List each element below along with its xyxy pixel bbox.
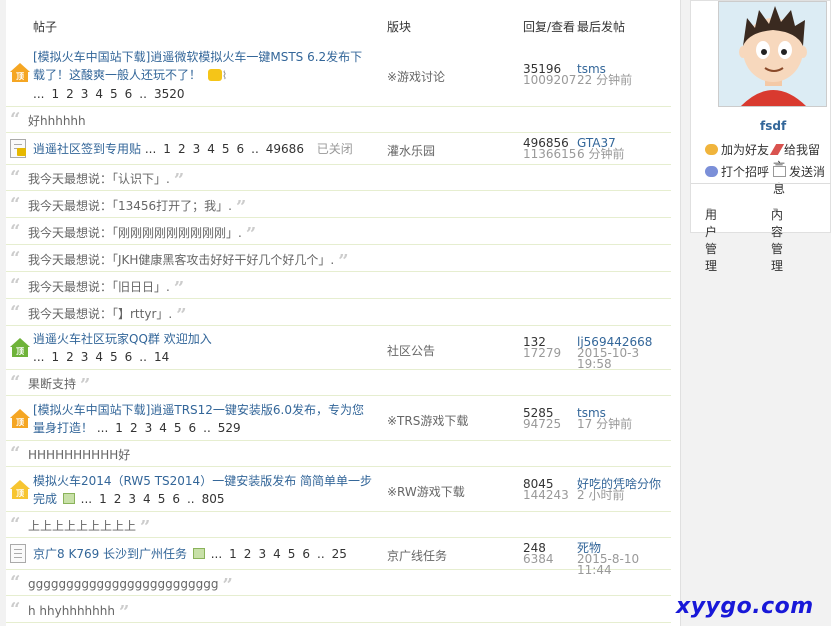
locked-thread-icon [10, 139, 30, 159]
thread-quote: “我今天最想说：「】rttyr」.” [6, 299, 671, 326]
thread-forum[interactable]: ※TRS游戏下载 [387, 412, 468, 429]
thread-table-header: 帖子 版块 回复/查看 最后发帖 [6, 10, 681, 40]
view-count: 17279 [523, 346, 562, 360]
thread-pages[interactable]: ... 1 2 3 4 5 6.. 529 [97, 421, 248, 435]
thread-doc-icon [10, 544, 30, 564]
thread-quote: “果断支持” [6, 369, 671, 396]
top-thread-icon: 顶 [10, 63, 30, 83]
thread-quote: “好hhhhhh [6, 106, 671, 133]
thread-quote: “HHHHHHHHHH好 [6, 440, 671, 467]
thread-row: 顶 模拟火车2014（RW5 TS2014）一键安装版发布 简简单单一步 完成 .… [6, 467, 671, 512]
last-post-time[interactable]: 2 小时前 [577, 489, 661, 501]
top-thread-icon: 顶 [10, 338, 30, 358]
thread-row: 京广8 K769 长沙到广州任务 ... 1 2 3 4 5 6.. 25 京广线任务 248… [6, 538, 671, 576]
view-count: 1136615 [523, 147, 577, 161]
last-post-time[interactable]: 22 分钟前 [577, 74, 632, 86]
col-header-forum: 版块 [387, 20, 412, 34]
thread-quote: “上上上上上上上上上” [6, 511, 671, 538]
col-header-last: 最后发帖 [577, 20, 626, 34]
attachment-icon: ⌇ [221, 69, 228, 82]
thread-forum[interactable]: ※RW游戏下载 [387, 483, 465, 500]
image-icon [62, 493, 75, 504]
thread-title[interactable]: 京广8 K769 长沙到广州任务 [33, 547, 187, 561]
thread-quote: “ggggggggggggggggggggggggg” [6, 569, 671, 596]
thread-pages[interactable]: ... 1 2 3 4 5 6.. 14 [33, 350, 176, 364]
view-count: 144243 [523, 488, 569, 502]
management-menu: 用户管理 ▾ 内容管理 ▾ [691, 183, 831, 273]
col-header-stats: 回复/查看 [523, 20, 576, 34]
thread-forum[interactable]: 京广线任务 [387, 547, 447, 564]
envelope-icon [773, 166, 786, 177]
last-post-time[interactable]: 6 分钟前 [577, 148, 624, 160]
thread-pages[interactable]: ... 1 2 3 4 5 6.. 3520 [33, 87, 191, 101]
view-count: 94725 [523, 417, 562, 431]
thread-row: 顶 [模拟火车中国站下载]逍遥微软模拟火车一键MSTS 6.2发布下 载了！这酸爽… [6, 45, 671, 107]
thread-pages[interactable]: ... 1 2 3 4 5 6.. 49686 [145, 142, 315, 156]
thread-title[interactable]: [模拟火车中国站下载]逍遥微软模拟火车一键MSTS 6.2发布下 载了！这酸爽一般… [33, 50, 362, 82]
top-thread-icon: 顶 [10, 480, 30, 500]
chevron-down-icon: ▾ [773, 206, 778, 216]
thread-forum[interactable]: 灌水乐园 [387, 142, 435, 159]
top-thread-icon: 顶 [10, 409, 30, 429]
avatar[interactable] [718, 1, 827, 107]
thread-quote: “我今天最想说：「刚刚刚刚刚刚刚刚刚」.” [6, 218, 671, 245]
image-icon [192, 548, 205, 559]
add-friend-link[interactable]: 加为好友 [705, 141, 769, 158]
thread-list-panel: 帖子 版块 回复/查看 最后发帖 顶 [模拟火车中国站下载]逍遥微软模拟火车一键… [6, 0, 681, 626]
thread-quote: “我今天最想说：「JKH健康黑客攻击好好干好几个好几个」.” [6, 245, 671, 272]
thread-pages[interactable]: ... 1 2 3 4 5 6.. 25 [211, 547, 354, 561]
thread-quote: “h hhyhhhhhhh” [6, 596, 671, 623]
add-friend-icon [705, 144, 718, 155]
chevron-down-icon: ▾ [707, 206, 712, 216]
thread-pages[interactable]: ... 1 2 3 4 5 6.. 805 [81, 492, 232, 506]
hot-icon [207, 69, 222, 81]
greet-icon [705, 166, 718, 177]
thread-row: 顶 逍遥火车社区玩家QQ群 欢迎加入 ... 1 2 3 4 5 6.. 14 社区公告 13… [6, 326, 671, 370]
site-watermark: xyygo.com [676, 594, 814, 619]
thread-forum[interactable]: 社区公告 [387, 342, 435, 359]
profile-username[interactable]: fsdf [760, 119, 786, 133]
thread-quote: “我今天最想说：「认识下」.” [6, 164, 671, 191]
thread-title[interactable]: 逍遥社区签到专用贴 [33, 142, 141, 156]
closed-label: 已关闭 [316, 142, 353, 156]
thread-quote: “我今天最想说：「旧日日」.” [6, 272, 671, 299]
last-post-time[interactable]: 2015-10-3 19:58 [577, 347, 671, 370]
thread-row: 顶 [模拟火车中国站下载]逍遥TRS12一键安装版6.0发布，专为您 量身打造！ … [6, 396, 671, 441]
pencil-icon [769, 144, 785, 155]
thread-forum[interactable]: ※游戏讨论 [387, 68, 445, 85]
view-count: 1009207 [523, 73, 577, 87]
col-header-thread: 帖子 [33, 20, 58, 34]
thread-row: 逍遥社区签到专用贴 ... 1 2 3 4 5 6.. 49686 已关闭 灌水乐园 4968… [6, 133, 671, 165]
last-post-time[interactable]: 17 分钟前 [577, 418, 632, 430]
thread-quote: “我今天最想说：「13456打开了；我」.” [6, 191, 671, 218]
user-sidebar: fsdf 加为好友 给我留言 打个招呼 发送消息 用户管理▾ 内容管理▾ [690, 0, 831, 626]
thread-title[interactable]: 逍遥火车社区玩家QQ群 欢迎加入 [33, 332, 212, 346]
user-profile-card: fsdf 加为好友 给我留言 打个招呼 发送消息 用户管理▾ 内容管理▾ [690, 0, 831, 273]
greet-link[interactable]: 打个招呼 [705, 163, 769, 180]
view-count: 6384 [523, 552, 554, 566]
